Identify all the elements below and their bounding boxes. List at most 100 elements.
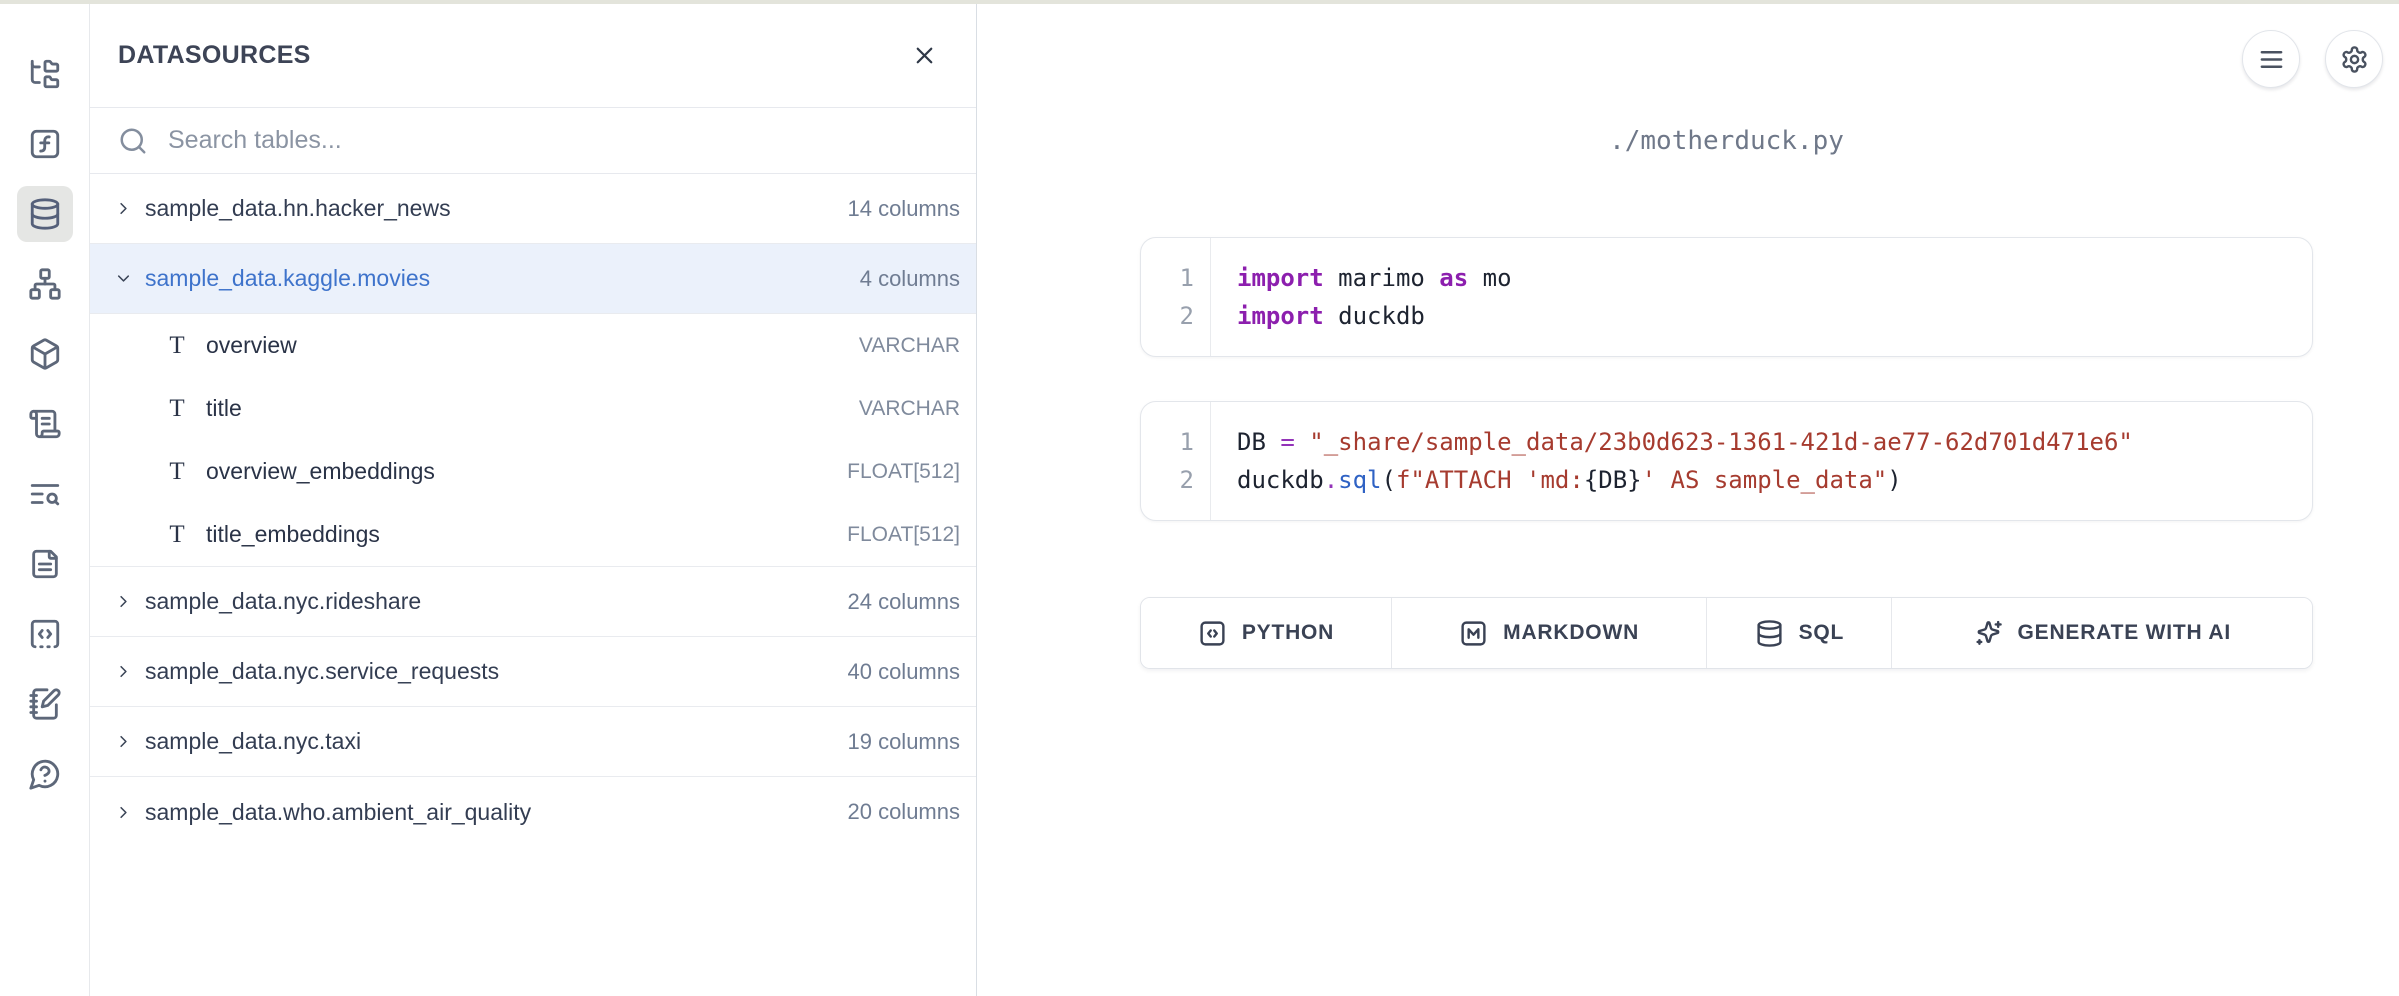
function-square-icon [28,127,62,161]
rail-packages-button[interactable] [17,326,73,382]
code-cell-2: 1 2 DB = "_share/sample_data/23b0d623-13… [1140,401,2313,521]
folder-tree-icon [28,57,62,91]
code-token: duckdb [1237,466,1324,494]
button-label: PYTHON [1242,621,1334,645]
column-row-title-embeddings[interactable]: T title_embeddings FLOAT[512] [90,503,976,566]
code-token: DB [1237,428,1280,456]
column-type: FLOAT[512] [847,460,960,484]
column-row-overview-embeddings[interactable]: T overview_embeddings FLOAT[512] [90,440,976,503]
column-name: overview [206,332,297,359]
type-text-icon: T [165,332,189,360]
code-token: . [1324,466,1338,494]
code-token: f"ATTACH 'md: [1396,466,1584,494]
generate-with-ai-button[interactable]: GENERATE WITH AI [1892,598,2312,668]
code-token: ( [1382,466,1396,494]
markdown-square-icon [1459,619,1488,648]
line-number-gutter: 1 2 [1141,402,1211,520]
table-column-count: 24 columns [847,589,960,615]
tables-list: sample_data.hn.hacker_news 14 columns sa… [90,174,976,847]
column-name: title_embeddings [206,521,380,548]
text-search-icon [28,477,62,511]
code-line: import marimo as mo [1237,259,2292,297]
header-actions [2242,30,2383,88]
table-group: sample_data.nyc.rideshare 24 columns [90,567,976,637]
sparkles-icon [1974,619,2003,648]
rail-variables-button[interactable] [17,116,73,172]
notebook-menu-button[interactable] [2242,30,2300,88]
code-token: "_share/sample_data/23b0d623-1361-421d-a… [1309,428,2133,456]
table-name: sample_data.kaggle.movies [145,265,430,292]
database-icon [28,197,62,231]
close-panel-button[interactable] [902,34,946,78]
rail-documentation-button[interactable] [17,536,73,592]
add-markdown-cell-button[interactable]: MARKDOWN [1392,598,1707,668]
add-sql-cell-button[interactable]: SQL [1707,598,1892,668]
code-token: {DB} [1584,466,1642,494]
table-row-taxi[interactable]: sample_data.nyc.taxi 19 columns [90,707,976,777]
column-row-overview[interactable]: T overview VARCHAR [90,314,976,377]
notebook-filename[interactable]: ./motherduck.py [1140,4,2313,156]
code-editor[interactable]: DB = "_share/sample_data/23b0d623-1361-4… [1211,402,2312,520]
column-type: VARCHAR [859,397,960,421]
gear-icon [2340,45,2369,74]
search-tables-input[interactable] [168,126,948,155]
line-number: 2 [1141,297,1194,335]
table-name: sample_data.nyc.rideshare [145,588,421,615]
code-square-icon [1198,619,1227,648]
chevron-right-icon [114,592,133,611]
search-icon [118,126,148,156]
code-token: import [1237,302,1324,330]
rail-tracebacks-button[interactable] [17,466,73,522]
code-editor[interactable]: import marimo as mo import duckdb [1211,238,2312,356]
table-row-kaggle-movies[interactable]: sample_data.kaggle.movies 4 columns [90,244,976,314]
scroll-text-icon [28,407,62,441]
table-group: sample_data.nyc.taxi 19 columns [90,707,976,777]
activity-bar [0,4,90,996]
panel-header: DATASOURCES [90,4,976,108]
table-column-count: 20 columns [847,799,960,825]
box-icon [28,337,62,371]
table-group: sample_data.kaggle.movies 4 columns T ov… [90,244,976,567]
table-name: sample_data.nyc.service_requests [145,658,499,685]
chevron-right-icon [114,199,133,218]
column-name: title [206,395,242,422]
button-label: GENERATE WITH AI [2018,621,2231,645]
table-row-ambient-air-quality[interactable]: sample_data.who.ambient_air_quality 20 c… [90,777,976,847]
type-text-icon: T [165,458,189,486]
notebook-canvas: ./motherduck.py 1 2 import marimo as mo … [977,4,2399,996]
table-row-service-requests[interactable]: sample_data.nyc.service_requests 40 colu… [90,637,976,707]
rail-scratchpad-button[interactable] [17,676,73,732]
rail-file-explorer-button[interactable] [17,46,73,102]
rail-dependencies-button[interactable] [17,256,73,312]
line-number: 1 [1141,423,1194,461]
code-line: import duckdb [1237,297,2292,335]
rail-logs-button[interactable] [17,396,73,452]
table-row-hacker-news[interactable]: sample_data.hn.hacker_news 14 columns [90,174,976,244]
app-window: DATASOURCES sample_data.hn.hacker_news 1… [0,0,2399,996]
notebook-pen-icon [28,687,62,721]
code-cell-1: 1 2 import marimo as mo import duckdb [1140,237,2313,357]
column-type: VARCHAR [859,334,960,358]
table-column-count: 14 columns [847,196,960,222]
add-python-cell-button[interactable]: PYTHON [1141,598,1392,668]
table-group: sample_data.who.ambient_air_quality 20 c… [90,777,976,847]
code-line: DB = "_share/sample_data/23b0d623-1361-4… [1237,423,2292,461]
database-icon [1755,619,1784,648]
settings-button[interactable] [2325,30,2383,88]
code-token: marimo [1324,264,1440,292]
code-token: mo [1468,264,1511,292]
square-dashed-code-icon [28,617,62,651]
column-row-title[interactable]: T title VARCHAR [90,377,976,440]
rail-datasources-button[interactable] [17,186,73,242]
chevron-right-icon [114,803,133,822]
panel-title: DATASOURCES [118,41,902,70]
code-token: ) [1887,466,1901,494]
button-label: MARKDOWN [1503,621,1639,645]
table-name: sample_data.hn.hacker_news [145,195,451,222]
rail-help-button[interactable] [17,746,73,802]
table-row-rideshare[interactable]: sample_data.nyc.rideshare 24 columns [90,567,976,637]
code-token: = [1280,428,1294,456]
rail-snippets-button[interactable] [17,606,73,662]
button-label: SQL [1799,621,1845,645]
chevron-right-icon [114,732,133,751]
